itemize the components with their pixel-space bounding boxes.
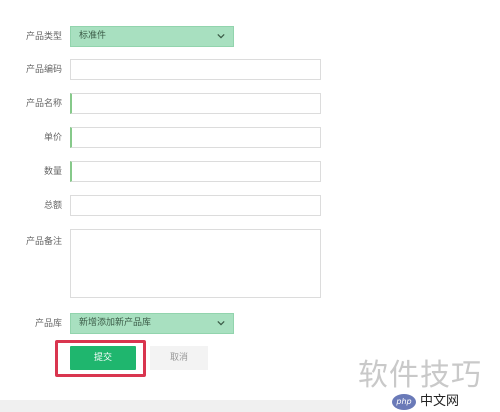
total-input[interactable] [70, 195, 321, 216]
product-library-select[interactable]: 新增添加新产品库 [70, 313, 234, 334]
php-logo-icon: php [392, 394, 416, 410]
chevron-down-icon [217, 320, 225, 326]
product-library-value: 新增添加新产品库 [79, 318, 152, 328]
cancel-button[interactable]: 取消 [150, 346, 208, 370]
unit-price-label: 单价 [43, 133, 62, 143]
site-watermark: php 中文网 [392, 393, 500, 412]
watermark-text: 软件技巧 [358, 358, 482, 393]
quantity-label: 数量 [43, 167, 62, 177]
site-watermark-text: 中文网 [420, 394, 460, 409]
product-type-select[interactable]: 标准件 [70, 26, 234, 47]
remark-label: 产品备注 [25, 237, 62, 247]
remark-textarea[interactable] [70, 229, 321, 298]
chevron-down-icon [217, 33, 225, 39]
submit-highlight-box [55, 340, 146, 377]
bottom-bar [0, 400, 350, 412]
product-library-label: 产品库 [34, 319, 62, 329]
product-type-value: 标准件 [79, 31, 107, 41]
quantity-input[interactable] [70, 161, 321, 182]
unit-price-input[interactable] [70, 127, 321, 148]
product-code-label: 产品编码 [25, 65, 62, 75]
product-name-input[interactable] [70, 93, 321, 114]
product-name-label: 产品名称 [25, 99, 62, 109]
total-label: 总额 [43, 201, 62, 211]
product-code-input[interactable] [70, 59, 321, 80]
product-type-label: 产品类型 [25, 32, 62, 42]
